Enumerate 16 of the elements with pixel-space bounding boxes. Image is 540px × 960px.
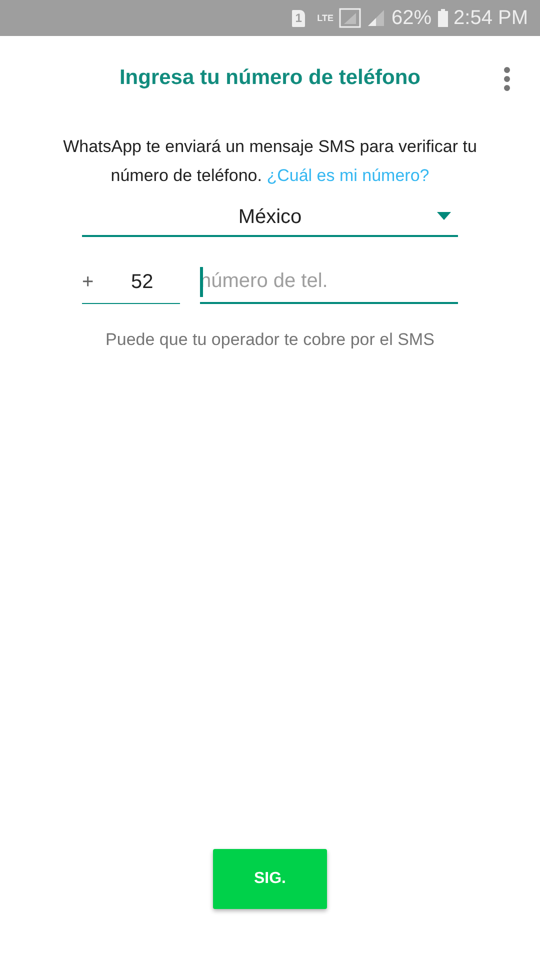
clock: 2:54 PM <box>454 6 528 30</box>
battery-percent: 62% <box>391 6 432 30</box>
instruction-text: WhatsApp te enviará un mensaje SMS para verificar tu número de teléfono. ¿Cuál es mi número? <box>62 136 478 187</box>
country-dropdown[interactable]: México <box>82 199 458 237</box>
charge-notice: Puede que tu operador te cobre por el SMS <box>104 330 436 350</box>
more-options-icon[interactable] <box>503 66 511 92</box>
network-type: LTE <box>317 13 334 23</box>
country-code-field[interactable]: + 52 <box>82 261 180 304</box>
caret-icon <box>437 212 451 220</box>
text-cursor <box>200 267 203 297</box>
battery-icon <box>438 9 448 27</box>
page-title: Ingresa tu número de teléfono <box>119 66 421 90</box>
signal-icon <box>367 9 386 27</box>
plus-sign: + <box>82 270 95 294</box>
signal-icon <box>339 8 362 28</box>
sim-icon: 1 <box>292 10 306 26</box>
